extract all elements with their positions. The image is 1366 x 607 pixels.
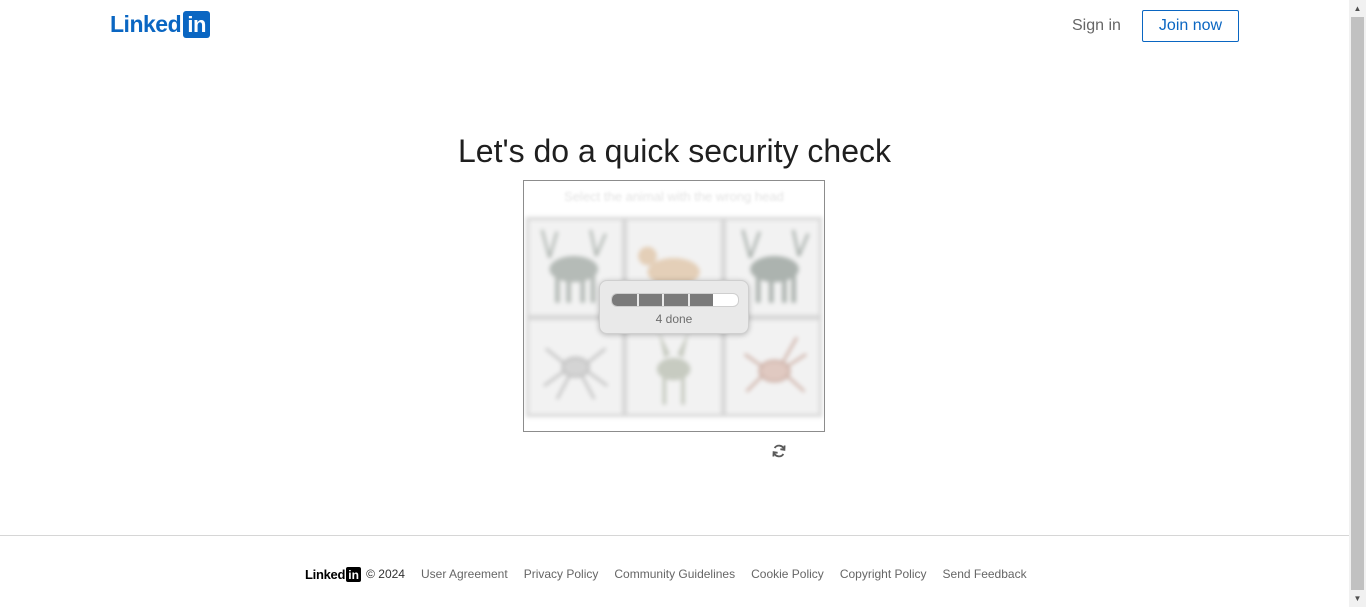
progress-overlay: 4 done	[599, 280, 749, 334]
footer-logo-wordmark: Linked	[305, 566, 346, 582]
progress-segment-divider	[637, 294, 639, 306]
scroll-down-arrow-icon[interactable]: ▼	[1349, 590, 1366, 607]
footer-row: Linked in © 2024 User Agreement Privacy …	[305, 565, 1043, 583]
progress-label: 4 done	[655, 312, 693, 326]
scrollbar-thumb[interactable]	[1351, 17, 1364, 590]
copyright-text: © 2024	[366, 567, 405, 581]
page-title: Let's do a quick security check	[458, 133, 891, 170]
logo-wordmark: Linked	[110, 11, 182, 37]
progress-bar	[611, 293, 739, 307]
footer-logo: Linked in	[305, 566, 362, 582]
footer-link-user-agreement[interactable]: User Agreement	[421, 567, 508, 581]
logo-in-box: in	[183, 10, 211, 38]
footer-link-cookie-policy[interactable]: Cookie Policy	[751, 567, 824, 581]
linkedin-logo[interactable]: Linked in	[110, 10, 211, 38]
captcha-prompt: Select the animal with the wrong head	[564, 189, 784, 204]
progress-segment-divider	[662, 294, 664, 306]
refresh-icon[interactable]	[771, 443, 787, 459]
vertical-scrollbar[interactable]: ▲ ▼	[1349, 0, 1366, 607]
footer-logo-in-box: in	[346, 566, 362, 582]
captcha-frame: Select the animal with the wrong head 4 …	[523, 180, 825, 432]
scroll-up-arrow-icon[interactable]: ▲	[1349, 0, 1366, 17]
page: Linked in Sign in Join now Let's do a qu…	[0, 0, 1349, 607]
sign-in-link[interactable]: Sign in	[1064, 10, 1129, 42]
footer-link-copyright-policy[interactable]: Copyright Policy	[840, 567, 927, 581]
progress-segment-divider	[688, 294, 690, 306]
footer-link-privacy-policy[interactable]: Privacy Policy	[524, 567, 599, 581]
footer: Linked in © 2024 User Agreement Privacy …	[0, 535, 1349, 607]
join-now-button[interactable]: Join now	[1142, 10, 1239, 42]
footer-link-community-guidelines[interactable]: Community Guidelines	[614, 567, 735, 581]
footer-link-send-feedback[interactable]: Send Feedback	[943, 567, 1027, 581]
